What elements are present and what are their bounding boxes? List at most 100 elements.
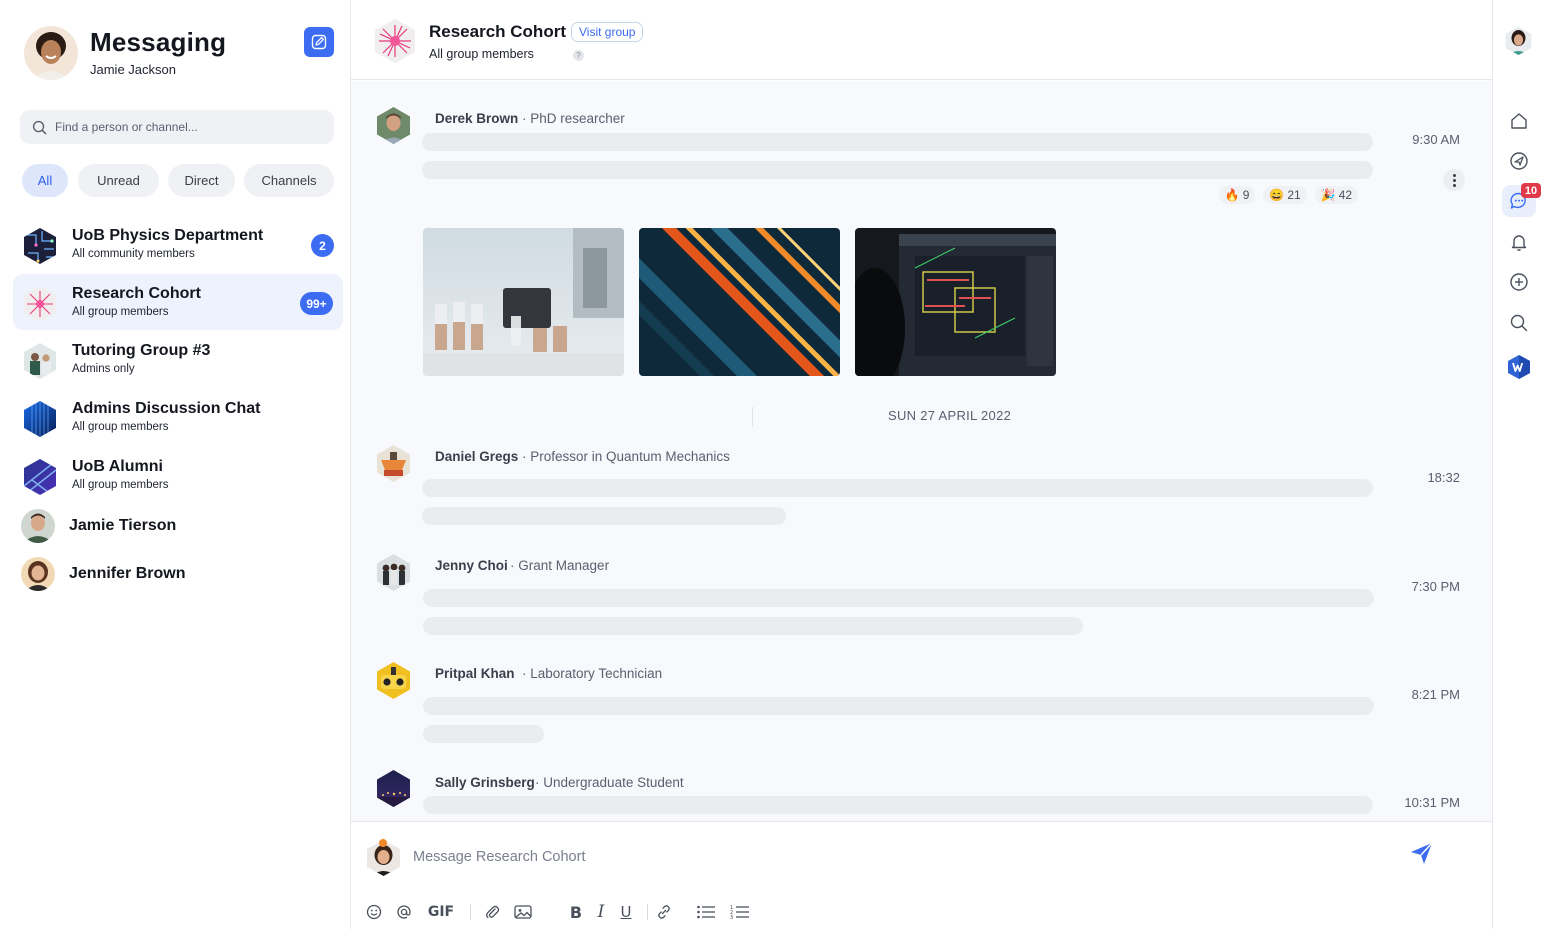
search-box — [20, 110, 334, 144]
workspace-logo-icon — [1508, 355, 1530, 379]
gif-label: GIF — [427, 904, 455, 920]
man-avatar-icon — [21, 509, 55, 543]
message-time: 8:21 PM — [1411, 687, 1460, 702]
bold-icon[interactable]: B — [567, 902, 585, 922]
filter-unread[interactable]: Unread — [78, 164, 159, 197]
visit-group-button[interactable]: Visit group — [571, 22, 644, 42]
conversation-name: Admins Discussion Chat — [72, 400, 261, 417]
mention-icon[interactable] — [395, 902, 413, 922]
author-name[interactable]: Pritpal Khan — [435, 666, 515, 681]
author-avatar[interactable] — [375, 661, 412, 700]
bold-label: B — [569, 902, 583, 922]
message-time: 9:30 AM — [1412, 132, 1460, 147]
conversation-sidebar: Messaging Jamie Jackson All Unread Direc… — [0, 0, 351, 929]
author-avatar[interactable] — [375, 769, 412, 808]
image-icon[interactable] — [513, 902, 533, 922]
circuit-board-hex-icon — [24, 228, 56, 264]
underline-label: U — [620, 903, 632, 921]
explore-button[interactable] — [1502, 145, 1536, 177]
author-role: · Professor in Quantum Mechanics — [522, 449, 730, 464]
message-list[interactable]: Derek Brown · PhD researcher 9:30 AM 🔥 9 … — [351, 81, 1492, 821]
blue-abstract-hex-icon — [24, 459, 56, 495]
author-avatar[interactable] — [375, 106, 412, 145]
help-icon[interactable]: ? — [573, 50, 584, 61]
user-name: Jamie Jackson — [90, 62, 176, 77]
italic-icon[interactable]: I — [593, 902, 609, 922]
filter-direct[interactable]: Direct — [168, 164, 235, 197]
conversation-item[interactable]: Tutoring Group #3 Admins only — [13, 331, 343, 387]
conversation-subtitle: All group members — [72, 421, 169, 433]
bell-icon — [1511, 235, 1527, 251]
author-role-text: Professor in Quantum Mechanics — [530, 449, 730, 464]
search-button[interactable] — [1502, 307, 1536, 339]
conversation-item[interactable]: Jennifer Brown — [13, 548, 343, 600]
gif-icon[interactable]: GIF — [425, 902, 457, 922]
lab-vials-image[interactable] — [423, 228, 624, 376]
conversation-item[interactable]: Jamie Tierson — [13, 500, 343, 552]
author-role: · Grant Manager — [510, 558, 609, 573]
reaction-count: 9 — [1242, 188, 1250, 202]
user-avatar[interactable] — [24, 26, 78, 80]
message-input[interactable] — [413, 846, 1313, 868]
author-avatar[interactable] — [375, 444, 412, 483]
author-name[interactable]: Derek Brown — [435, 111, 518, 126]
italic-label: I — [597, 902, 605, 922]
notifications-button[interactable] — [1502, 226, 1536, 258]
toolbar-divider — [647, 904, 648, 920]
fire-emoji-icon: 🔥 — [1224, 188, 1240, 202]
message-time: 18:32 — [1427, 470, 1460, 485]
message-text-placeholder — [423, 589, 1374, 607]
bullet-list-icon[interactable] — [695, 902, 717, 922]
conversation-item[interactable]: UoB Alumni All group members — [13, 447, 343, 503]
author-name[interactable]: Daniel Gregs — [435, 449, 518, 464]
author-role-text: Laboratory Technician — [530, 666, 663, 681]
group-avatar-icon[interactable] — [373, 18, 417, 64]
conversation-subtitle: All group members — [72, 479, 169, 491]
message-text-placeholder — [423, 697, 1374, 715]
reaction-party[interactable]: 🎉 42 — [1314, 186, 1358, 204]
user-avatar-small[interactable] — [365, 839, 402, 877]
filter-channels[interactable]: Channels — [244, 164, 334, 197]
compose-button[interactable] — [304, 27, 334, 57]
attach-icon[interactable] — [483, 902, 501, 922]
message-text-placeholder — [422, 133, 1373, 151]
svg-text:3: 3 — [730, 915, 733, 920]
chat-subtitle: All group members — [429, 47, 534, 61]
unread-badge: 2 — [311, 234, 334, 257]
author-name[interactable]: Jenny Choi — [435, 558, 508, 573]
separator-dot: · — [522, 666, 527, 681]
reaction-laugh[interactable]: 😄 21 — [1263, 186, 1307, 204]
emoji-icon[interactable] — [365, 902, 383, 922]
separator-dot: · — [522, 111, 527, 126]
conversation-name: Jennifer Brown — [69, 565, 186, 582]
separator-dot: · — [510, 558, 515, 573]
reaction-fire[interactable]: 🔥 9 — [1218, 186, 1256, 204]
search-input[interactable] — [55, 120, 315, 134]
profile-avatar[interactable] — [1504, 26, 1533, 56]
conversation-item-active[interactable]: Research Cohort All group members 99+ — [13, 274, 343, 330]
home-button[interactable] — [1502, 105, 1536, 137]
underline-icon[interactable]: U — [617, 902, 635, 922]
conversation-name: Tutoring Group #3 — [72, 342, 211, 359]
cad-screen-image[interactable] — [855, 228, 1056, 376]
author-role-text: PhD researcher — [530, 111, 625, 126]
woman-avatar-icon — [21, 557, 55, 591]
light-streaks-image[interactable] — [639, 228, 840, 376]
reaction-list: 🔥 9 😄 21 🎉 42 — [1218, 186, 1358, 204]
author-name[interactable]: Sally Grinsberg — [435, 775, 535, 790]
create-button[interactable] — [1502, 266, 1536, 298]
conversation-item[interactable]: UoB Physics Department All community mem… — [13, 216, 343, 272]
filter-all[interactable]: All — [22, 164, 68, 197]
send-icon[interactable] — [1409, 840, 1435, 866]
link-icon[interactable] — [655, 902, 673, 922]
more-options-icon[interactable] — [1443, 169, 1465, 191]
author-avatar[interactable] — [375, 553, 412, 592]
conversation-name: Jamie Tierson — [69, 517, 177, 534]
numbered-list-icon[interactable]: 123 — [729, 902, 751, 922]
workspace-button[interactable] — [1502, 351, 1536, 383]
conversation-item[interactable]: Admins Discussion Chat All group members — [13, 389, 343, 445]
chat-title: Research Cohort — [429, 22, 566, 41]
search-icon — [1510, 314, 1528, 332]
date-separator: SUN 27 APRIL 2022 — [351, 407, 1492, 427]
date-label: SUN 27 APRIL 2022 — [888, 408, 1012, 423]
